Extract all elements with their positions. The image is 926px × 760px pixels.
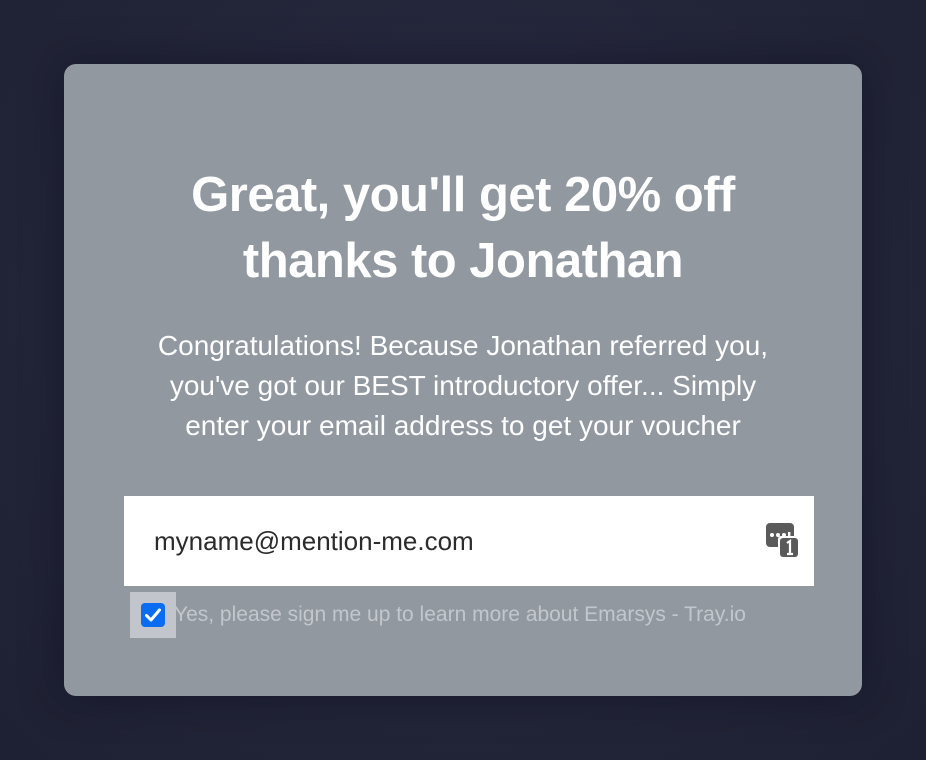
modal-headline: Great, you'll get 20% off thanks to Jona… (64, 162, 862, 294)
consent-label[interactable]: Yes, please sign me up to learn more abo… (174, 601, 746, 629)
marketing-consent: Yes, please sign me up to learn more abo… (130, 592, 850, 638)
headline-line-1: Great, you'll get 20% off (191, 168, 735, 222)
description-line-2: you've got our BEST introductory offer..… (169, 370, 757, 401)
description-line-1: Congratulations! Because Jonathan referr… (157, 330, 769, 361)
referral-modal: Great, you'll get 20% off thanks to Jona… (64, 64, 862, 696)
email-field[interactable] (124, 496, 744, 586)
consent-checkbox[interactable] (130, 592, 176, 638)
modal-description: Congratulations! Because Jonathan referr… (104, 326, 822, 446)
description-line-3: enter your email address to get your vou… (185, 410, 741, 441)
headline-line-2: thanks to Jonathan (242, 234, 684, 288)
checkbox-checked-icon (141, 603, 165, 627)
email-field-container (124, 496, 814, 586)
password-manager-icon[interactable] (766, 523, 800, 559)
